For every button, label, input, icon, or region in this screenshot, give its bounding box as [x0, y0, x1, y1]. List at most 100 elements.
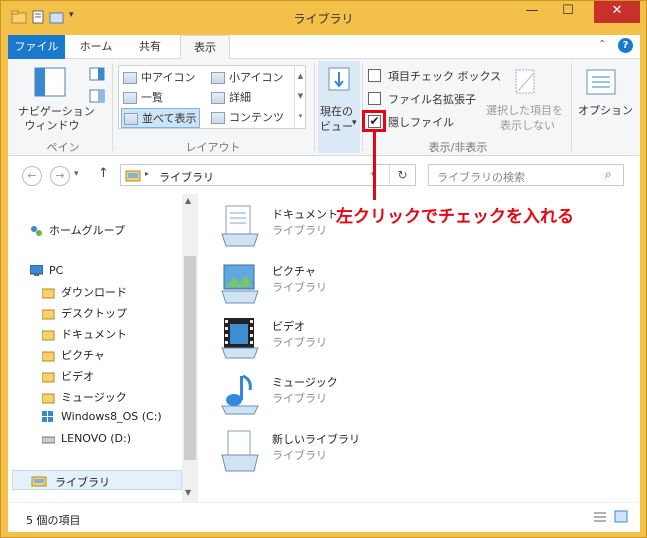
minimize-button[interactable]: — [517, 1, 547, 23]
chevron-down-icon[interactable]: ▾ [74, 169, 79, 179]
options-label[interactable]: オプション [578, 102, 633, 118]
chevron-down-icon: ▾ [352, 118, 357, 128]
layout-content[interactable]: コンテンツ [211, 109, 284, 125]
small-icons-icon [211, 72, 225, 84]
computer-icon [29, 264, 44, 277]
annotation-line [373, 132, 376, 200]
divider [112, 63, 113, 151]
nav-videos[interactable]: ビデオ [41, 368, 94, 384]
drive-icon [41, 433, 56, 445]
list-icon [123, 92, 137, 104]
tab-file[interactable]: ファイル [8, 35, 65, 59]
search-placeholder: ライブラリの検索 [437, 171, 525, 184]
tab-view[interactable]: 表示 [180, 35, 230, 60]
help-icon[interactable]: ? [618, 38, 633, 53]
pane-group-label: ペイン [46, 141, 80, 154]
documents-icon [220, 204, 260, 248]
library-music[interactable]: ミュージック ライブラリ [220, 370, 380, 420]
scroll-up-icon[interactable]: ▲ [185, 196, 191, 205]
library-icon [31, 474, 47, 490]
ribbon: ナビゲーション ウィンドウ ペイン 中アイコン 小アイコン 一覧 詳細 並べて表… [8, 59, 640, 156]
navigation-pane-label-2[interactable]: ウィンドウ [20, 117, 84, 133]
nav-music[interactable]: ミュージック [41, 389, 127, 405]
current-view-button[interactable]: 現在の ビュー ▾ [318, 61, 360, 153]
window-title: ライブラリ [293, 12, 354, 26]
details-icon [211, 92, 225, 104]
annotation-text: 左クリックでチェックを入れる [336, 207, 574, 227]
nav-homegroup[interactable]: ホームグループ [30, 222, 125, 238]
chevron-up-icon[interactable]: ⌃ [598, 39, 606, 50]
explorer-window: ▾ ライブラリ — ☐ ✕ ファイル ホーム 共有 表示 ⌃ ? ナビゲーション… [0, 0, 647, 538]
divider [362, 63, 363, 151]
nav-downloads[interactable]: ダウンロード [41, 284, 127, 300]
content-area: ホームグループ PC ダウンロード デスクトップ ドキュメント ピクチャ ビデオ… [8, 194, 640, 502]
nav-documents[interactable]: ドキュメント [41, 326, 127, 342]
tiles-icon [124, 113, 138, 125]
back-button[interactable]: ← [22, 166, 42, 186]
library-icon [125, 168, 141, 185]
content-icon [211, 112, 225, 124]
pictures-icon [220, 261, 260, 305]
hide-selected-label[interactable]: 選択した項目を [486, 102, 563, 118]
search-box[interactable]: ライブラリの検索 ⌕ [428, 164, 624, 186]
nav-desktop[interactable]: デスクトップ [41, 305, 127, 321]
new-library-icon [220, 429, 260, 473]
address-row: ← → ▾ ↑ ▸ ライブラリ ▾ ↻ ライブラリの検索 ⌕ [8, 156, 640, 194]
nav-drive-d[interactable]: LENOVO (D:) [41, 432, 131, 445]
refresh-icon[interactable]: ↻ [389, 165, 415, 185]
close-button[interactable]: ✕ [594, 1, 640, 23]
layout-tiles[interactable]: 並べて表示 [121, 108, 200, 128]
title-bar: ▾ ライブラリ — ☐ ✕ [1, 1, 646, 35]
details-pane-icon[interactable] [89, 89, 105, 106]
address-path: ライブラリ [159, 171, 214, 184]
hidden-items-label[interactable]: 隠しファイル [388, 114, 454, 130]
file-extensions-label[interactable]: ファイル名拡張子 [388, 91, 476, 107]
file-extensions-checkbox[interactable] [368, 92, 381, 105]
up-arrow-icon[interactable]: ↑ [98, 166, 109, 181]
nav-libraries[interactable]: ライブラリ [12, 470, 182, 490]
options-icon[interactable] [586, 69, 616, 98]
nav-drive-c[interactable]: Windows8_OS (C:) [42, 410, 162, 423]
preview-pane-icon[interactable] [89, 67, 105, 84]
annotation-highlight [362, 110, 386, 132]
nav-pc[interactable]: PC [29, 264, 63, 277]
layout-details[interactable]: 詳細 [211, 89, 251, 105]
details-view-icon[interactable] [593, 511, 607, 526]
folder-icon [41, 329, 55, 341]
folder-icon [41, 308, 55, 320]
tab-home[interactable]: ホーム [71, 35, 121, 59]
layout-medium-icons[interactable]: 中アイコン [123, 69, 195, 85]
current-view-label-2: ビュー [320, 120, 353, 133]
item-checkboxes-checkbox[interactable] [368, 69, 381, 82]
large-icons-view-icon[interactable] [614, 510, 628, 526]
library-videos[interactable]: ビデオ ライブラリ [220, 314, 380, 364]
scrollbar-thumb[interactable] [184, 256, 196, 460]
homegroup-icon [30, 225, 43, 237]
scroll-down-icon[interactable]: ▼ [185, 488, 191, 497]
gallery-scroll[interactable]: ▲ ▼ ▾ [294, 66, 306, 128]
chevron-right-icon: ▸ [145, 169, 150, 178]
library-pictures[interactable]: ピクチャ ライブラリ [220, 259, 380, 309]
forward-button[interactable]: → [50, 166, 70, 186]
tab-share[interactable]: 共有 [126, 35, 174, 59]
navigation-pane-icon[interactable] [34, 67, 66, 100]
item-checkboxes-label[interactable]: 項目チェック ボックス [388, 68, 501, 84]
nav-scrollbar[interactable]: ▲ ▼ [182, 194, 198, 502]
windows-drive-icon [42, 411, 55, 423]
folder-icon [41, 392, 55, 404]
maximize-button[interactable]: ☐ [553, 1, 583, 23]
item-count: 5 個の項目 [26, 514, 81, 527]
layout-list[interactable]: 一覧 [123, 89, 163, 105]
address-bar[interactable]: ▸ ライブラリ ▾ ↻ [120, 164, 416, 186]
search-icon[interactable]: ⌕ [605, 167, 612, 182]
status-bar: 5 個の項目 [8, 502, 640, 532]
hide-selected-label-2[interactable]: 表示しない [500, 117, 555, 133]
folder-icon [41, 371, 55, 383]
library-new[interactable]: 新しいライブラリ ライブラリ [220, 427, 380, 477]
folder-icon [41, 287, 55, 299]
layout-small-icons[interactable]: 小アイコン [211, 69, 283, 85]
nav-pictures[interactable]: ピクチャ [41, 347, 105, 363]
navigation-pane: ホームグループ PC ダウンロード デスクトップ ドキュメント ピクチャ ビデオ… [8, 194, 198, 502]
layout-gallery: 中アイコン 小アイコン 一覧 詳細 並べて表示 コンテンツ ▲ ▼ ▾ [118, 65, 306, 129]
hide-selected-icon[interactable] [514, 69, 538, 98]
